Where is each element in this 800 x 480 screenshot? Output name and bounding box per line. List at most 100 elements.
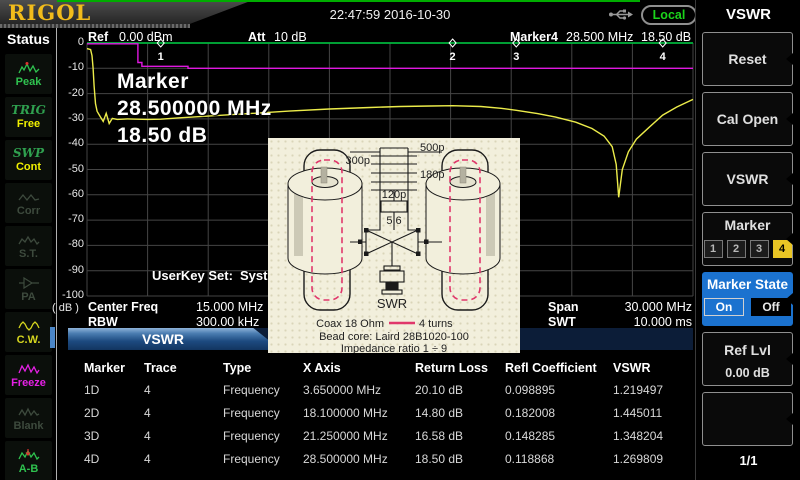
top-bar: RIGOL 22:47:59 2016-10-30 Local: [0, 0, 695, 28]
status-item-label: Blank: [14, 420, 44, 432]
table-cell: 1.269809: [613, 452, 663, 466]
table-cell: Frequency: [223, 429, 280, 443]
local-mode-badge: Local: [641, 5, 697, 25]
table-cell: 1.219497: [613, 383, 663, 397]
table-cell: Frequency: [223, 383, 280, 397]
table-cell: 20.10 dB: [415, 383, 463, 397]
ref-label: Ref: [88, 30, 108, 44]
table-cell: 1.445011: [613, 406, 662, 420]
y-axis-unit: ( dB ): [52, 302, 86, 314]
vswr-softkey[interactable]: VSWR: [702, 152, 793, 206]
rbw-value: 300.00 kHz: [196, 315, 259, 329]
table-cell: 14.80 dB: [415, 406, 463, 420]
status-item-pa: PA: [5, 269, 52, 309]
swt-value: 10.000 ms: [592, 315, 692, 329]
center-freq-value: 15.000 MHz: [196, 300, 263, 314]
marker4-label: Marker4: [510, 30, 558, 44]
marker-number: 1: [158, 51, 164, 63]
table-cell: 0.098895: [505, 383, 555, 397]
table-cell: 4D: [84, 452, 99, 466]
table-cell: 4: [144, 429, 151, 443]
vswr-banner-label: VSWR: [68, 328, 258, 350]
center-freq-label: Center Freq: [88, 300, 158, 314]
marker-state-off[interactable]: Off: [751, 298, 791, 316]
left-toroid-icon: [288, 150, 362, 310]
marker-number-row: 1 2 3 4: [704, 240, 792, 258]
wave-st-icon: [17, 233, 41, 247]
marker-state-softkey[interactable]: Marker State On Off: [702, 272, 793, 326]
status-item-label: S.T.: [19, 248, 38, 260]
table-cell: 21.250000 MHz: [303, 429, 388, 443]
wave-ab-icon: [17, 448, 41, 462]
table-header: Refl Coefficient: [505, 361, 597, 375]
rbw-label: RBW: [88, 315, 118, 329]
table-cell: 0.182008: [505, 406, 555, 420]
status-title: Status: [7, 31, 50, 47]
table-cell: 4: [144, 383, 151, 397]
y-axis-label: -60: [52, 188, 84, 200]
y-axis-label: -40: [52, 137, 84, 149]
status-item-st: S.T.: [5, 226, 52, 266]
marker-2-box[interactable]: 2: [727, 240, 746, 258]
table-cell: 0.118868: [505, 452, 554, 466]
y-axis-label: -80: [52, 238, 84, 250]
trig-label: TRIG: [11, 104, 46, 117]
softkey-panel-title: VSWR: [696, 6, 800, 23]
marker-state-on[interactable]: On: [704, 298, 744, 316]
legend-coax: Coax 18 Ohm: [316, 318, 384, 330]
y-axis-label: 0: [52, 36, 84, 48]
table-cell: 4: [144, 406, 151, 420]
swt-label: SWT: [548, 315, 576, 329]
wave-blank-icon: [17, 405, 41, 419]
status-item-blank: Blank: [5, 398, 52, 438]
marker-3-box[interactable]: 3: [750, 240, 769, 258]
marker-number: 2: [450, 51, 456, 63]
status-item-label: Freeze: [11, 377, 46, 389]
y-axis-label: -100: [52, 289, 84, 301]
status-item-label: C.W.: [17, 334, 41, 346]
table-cell: 3.650000 MHz: [303, 383, 381, 397]
marker-softkey[interactable]: Marker 1 2 3 4: [702, 212, 793, 266]
marker-4-box[interactable]: 4: [773, 240, 792, 258]
table-cell: 1.348204: [613, 429, 663, 443]
y-axis-label: -30: [52, 112, 84, 124]
marker-number: 4: [660, 51, 667, 63]
table-cell: 2D: [84, 406, 99, 420]
y-axis-label: -10: [52, 61, 84, 73]
status-item-ab: A-B: [5, 441, 52, 480]
y-axis-label: -90: [52, 264, 84, 276]
cal-open-softkey[interactable]: Cal Open: [702, 92, 793, 146]
table-cell: 1D: [84, 383, 99, 397]
table-cell: 4: [144, 452, 151, 466]
ref-lvl-softkey[interactable]: Ref Lvl 0.00 dB: [702, 332, 793, 386]
table-cell: 18.50 dB: [415, 452, 463, 466]
rigol-logo: RIGOL: [8, 0, 91, 25]
cap-300p-label: 300p: [346, 155, 370, 167]
sidebar-scroll-indicator[interactable]: [50, 327, 55, 348]
table-cell: 28.500000 MHz: [303, 452, 388, 466]
cap-180p-label: 180p: [420, 169, 444, 181]
status-sidebar: Status PeakTRIGFreeSWPContCorrS.T.PAC.W.…: [0, 28, 57, 480]
balun-schematic: 300p 500p 180p 120p 5.6 SWR Coax 18 Ohm …: [268, 138, 520, 353]
empty-softkey[interactable]: [702, 392, 793, 446]
status-item-peak: Peak: [5, 54, 52, 94]
status-item-label: A-B: [19, 463, 39, 475]
ref-value: 0.00 dBm: [119, 30, 173, 44]
cap-120p-label: 120p: [382, 189, 406, 201]
marker4-freq: 28.500 MHz: [566, 30, 633, 44]
wave-corr-icon: [17, 190, 41, 204]
wave-peak-icon: [17, 61, 41, 75]
trace-cal-open-trace: [87, 44, 693, 69]
att-label: Att: [248, 30, 265, 44]
table-header: Type: [223, 361, 251, 375]
analyzer-screen: 1234 RIGOL 22:47:59 2016-10-30 Local Sta…: [0, 0, 800, 480]
page-indicator: 1/1: [696, 453, 800, 468]
amp-icon: [17, 276, 41, 290]
status-item-cw: C.W.: [5, 312, 52, 352]
legend-turns: 4 turns: [419, 318, 453, 330]
y-axis-label: -20: [52, 87, 84, 99]
marker-1-box[interactable]: 1: [704, 240, 723, 258]
y-axis-label: -70: [52, 213, 84, 225]
reset-softkey[interactable]: Reset: [702, 32, 793, 86]
usb-icon: [608, 8, 634, 21]
